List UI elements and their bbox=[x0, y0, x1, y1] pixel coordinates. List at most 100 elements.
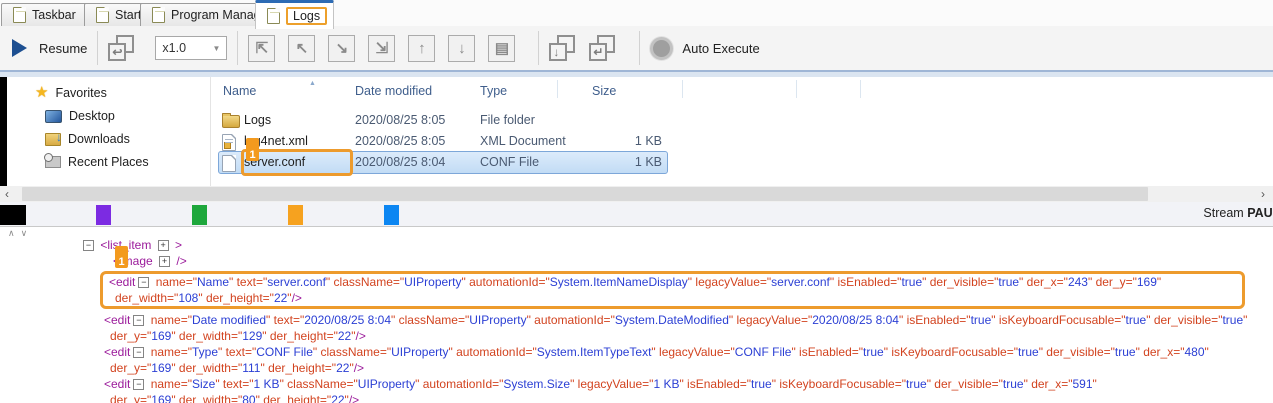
column-header-name[interactable]: Name▲ bbox=[223, 84, 256, 98]
xml-value-token: 2020/08/25 8:04 bbox=[304, 313, 391, 327]
highlight-box-edit-name: <edit− name="Name" text="server.conf" cl… bbox=[100, 271, 1245, 309]
document-view-button[interactable]: ▤ bbox=[488, 35, 515, 62]
xml-attr-token: der_height=" bbox=[203, 291, 274, 305]
copy-forward-button[interactable]: ↓ bbox=[549, 35, 575, 61]
resume-button[interactable]: Resume bbox=[12, 39, 87, 57]
tab-taskbar[interactable]: Taskbar bbox=[1, 3, 88, 26]
xml-value-token: true bbox=[863, 345, 884, 359]
horizontal-scrollbar[interactable]: ‹ › bbox=[0, 186, 1273, 202]
stream-marker-3[interactable] bbox=[288, 205, 303, 225]
xml-value-token: 480 bbox=[1185, 345, 1205, 359]
xml-node-edit-name[interactable]: <edit− name="Name" text="server.conf" cl… bbox=[107, 274, 1238, 290]
stream-status: Stream PAUS bbox=[1203, 206, 1273, 220]
sidebar-item-desktop[interactable]: Desktop bbox=[45, 109, 115, 123]
xml-tag-token: <edit bbox=[104, 345, 130, 359]
xml-value-token: true bbox=[1018, 345, 1039, 359]
xml-file-icon bbox=[222, 134, 236, 151]
sidebar-item-recent-places[interactable]: Recent Places bbox=[45, 155, 149, 169]
auto-execute-toggle[interactable]: Auto Execute bbox=[650, 37, 759, 60]
stream-marker-0[interactable] bbox=[0, 205, 26, 225]
column-header-date-modified[interactable]: Date modified bbox=[355, 84, 432, 98]
xml-attr-token: der_y=" bbox=[110, 361, 151, 375]
scroll-left-icon[interactable]: ‹ bbox=[5, 187, 9, 201]
xml-node-edit-size[interactable]: <edit− name="Size" text="1 KB" className… bbox=[0, 376, 1273, 392]
xml-value-token: 22 bbox=[338, 329, 351, 343]
document-tab-icon bbox=[267, 8, 280, 24]
stream-marker-4[interactable] bbox=[384, 205, 399, 225]
xml-node-edit-type[interactable]: <edit− name="Type" text="CONF File" clas… bbox=[0, 344, 1273, 360]
downloads-icon bbox=[45, 133, 61, 146]
collapse-toggle-icon[interactable]: − bbox=[133, 379, 144, 390]
scroll-right-icon[interactable]: › bbox=[1261, 187, 1265, 201]
arrow-up-left-corner-icon: ⇱ bbox=[256, 39, 269, 57]
xml-attr-token: der_y=" bbox=[110, 329, 151, 343]
collapse-toggle-icon[interactable]: − bbox=[138, 277, 149, 288]
tab-logs[interactable]: Logs bbox=[255, 0, 334, 29]
xml-value-token: true bbox=[971, 313, 992, 327]
scrollbar-thumb[interactable] bbox=[22, 187, 1148, 201]
file-size: 1 KB bbox=[586, 155, 662, 169]
xml-attr-token: name=" bbox=[147, 345, 192, 359]
move-down-button[interactable]: ↓ bbox=[448, 35, 475, 62]
xml-attr-token: " bbox=[1157, 275, 1161, 289]
xml-attr-token: legacyValue=" bbox=[733, 313, 812, 327]
stream-marker-2[interactable] bbox=[192, 205, 207, 225]
xml-value-token: 80 bbox=[242, 393, 255, 403]
file-date: 2020/08/25 8:05 bbox=[355, 134, 445, 148]
replay-speed-button[interactable]: ↩ bbox=[108, 35, 134, 61]
xml-value-token: 22 bbox=[336, 361, 349, 375]
xml-value-token: UIProperty bbox=[469, 313, 526, 327]
xml-node-image[interactable]: <image + /> bbox=[0, 253, 1273, 269]
xml-attr-token: text=" bbox=[270, 313, 304, 327]
step-back-button[interactable]: ↖ bbox=[288, 35, 315, 62]
xml-value-token: 169 bbox=[151, 393, 171, 403]
stream-marker-1[interactable] bbox=[96, 205, 111, 225]
collapse-toggle-icon[interactable]: − bbox=[133, 347, 144, 358]
layered-pages-return-icon: ↵ bbox=[593, 45, 603, 59]
table-row-server-conf[interactable]: server.conf2020/08/25 8:04CONF File1 KB bbox=[210, 152, 1273, 173]
collapse-toggle-icon[interactable]: − bbox=[83, 240, 94, 251]
collapse-toggle-icon[interactable]: − bbox=[133, 315, 144, 326]
auto-execute-label: Auto Execute bbox=[682, 41, 759, 56]
xml-node-list_item[interactable]: − <list_item + > bbox=[0, 237, 1273, 253]
collapse-toggle-icon[interactable]: + bbox=[158, 240, 169, 251]
xml-attr-token: name=" bbox=[147, 377, 192, 391]
layered-pages-down-icon: ↓ bbox=[553, 45, 559, 59]
collapse-toggle-icon[interactable]: + bbox=[159, 256, 170, 267]
xml-attr-token: der_y=" bbox=[1092, 275, 1137, 289]
move-up-button[interactable]: ↑ bbox=[408, 35, 435, 62]
xml-attr-token: " bbox=[1093, 377, 1097, 391]
xml-value-token: 22 bbox=[274, 291, 287, 305]
step-back-over-button[interactable]: ⇱ bbox=[248, 35, 275, 62]
xml-value-token: UIProperty bbox=[404, 275, 461, 289]
xml-value-token: System.ItemTypeText bbox=[537, 345, 652, 359]
sidebar-item-label: Recent Places bbox=[68, 155, 149, 169]
app-window: TaskbarStartProgram ManagerLogs Resume ↩… bbox=[0, 0, 1273, 403]
sidebar-item-downloads[interactable]: Downloads bbox=[45, 132, 130, 146]
table-row-log4net-xml[interactable]: log4net.xml2020/08/25 8:05XML Document1 … bbox=[210, 131, 1273, 152]
xml-node-edit-continuation: der_y="169" der_width="80" der_height="2… bbox=[0, 392, 1273, 403]
xml-attr-token: der_width=" bbox=[176, 393, 243, 403]
xml-attr-token: der_height=" bbox=[260, 393, 331, 403]
speed-group: ↩ x1.0 ▼ bbox=[108, 35, 227, 61]
xml-value-token: true bbox=[998, 275, 1019, 289]
xml-node-edit-date-modified[interactable]: <edit− name="Date modified" text="2020/0… bbox=[0, 312, 1273, 328]
xml-attr-token: der_height=" bbox=[265, 361, 336, 375]
step-forward-button[interactable]: ↘ bbox=[328, 35, 355, 62]
sidebar-item-favorites[interactable]: ★ Favorites bbox=[35, 85, 107, 100]
xml-attr-token: isEnabled=" bbox=[796, 345, 863, 359]
column-separator bbox=[860, 80, 861, 98]
xml-value-token: server.conf bbox=[771, 275, 830, 289]
xml-value-token: Type bbox=[192, 345, 218, 359]
column-header-size[interactable]: Size bbox=[592, 84, 616, 98]
column-header-type[interactable]: Type bbox=[480, 84, 507, 98]
copy-button-group: ↓↵ bbox=[549, 35, 629, 61]
xml-node-edit-continuation: der_width="108" der_height="22"/> bbox=[107, 290, 1238, 306]
chevron-down-icon: ▼ bbox=[213, 44, 221, 53]
xml-tag-token: <edit bbox=[104, 313, 130, 327]
speed-select[interactable]: x1.0 ▼ bbox=[155, 36, 227, 60]
copy-back-button[interactable]: ↵ bbox=[589, 35, 615, 61]
xml-value-token: UIProperty bbox=[358, 377, 415, 391]
table-row-logs[interactable]: Logs2020/08/25 8:05File folder bbox=[210, 110, 1273, 131]
step-forward-over-button[interactable]: ⇲ bbox=[368, 35, 395, 62]
